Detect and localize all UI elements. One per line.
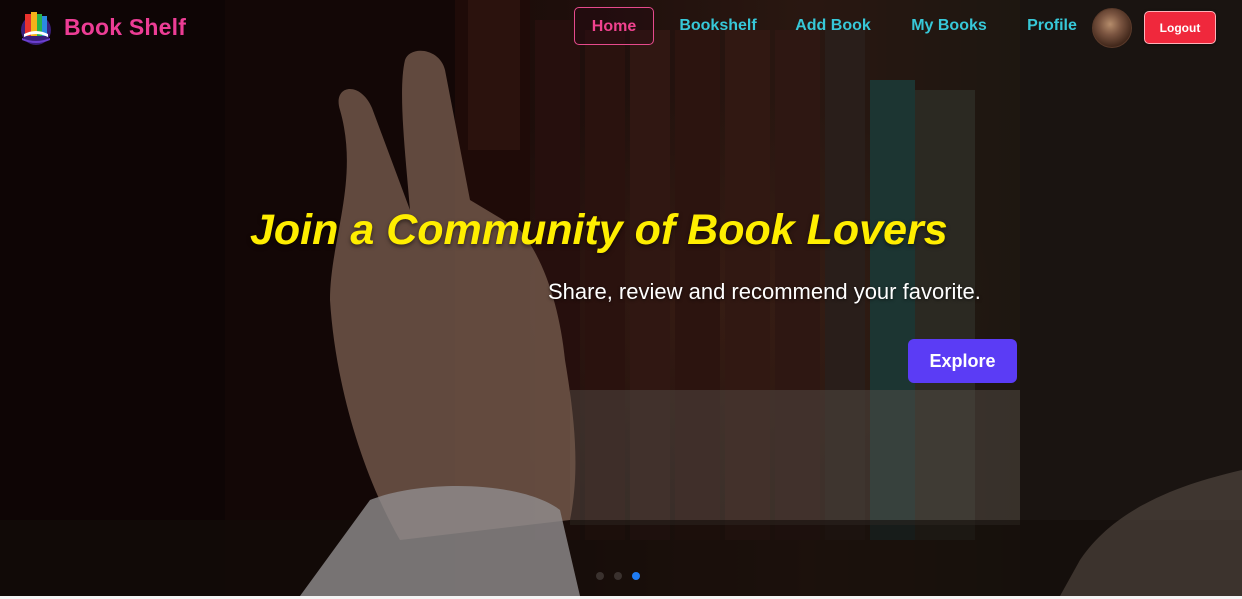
brand[interactable]: Book Shelf (16, 8, 186, 46)
nav-profile[interactable]: Profile (1020, 7, 1084, 45)
nav-home[interactable]: Home (574, 7, 654, 45)
nav-bookshelf[interactable]: Bookshelf (674, 7, 762, 45)
hero-subtitle: Share, review and recommend your favorit… (548, 279, 981, 304)
logout-button[interactable]: Logout (1144, 11, 1216, 44)
navbar: Book Shelf Home Bookshelf Add Book My Bo… (0, 0, 1242, 56)
explore-button[interactable]: Explore (908, 339, 1017, 383)
carousel-dot-active[interactable] (632, 572, 640, 580)
hero-headline: Join a Community of Book Lovers (250, 206, 948, 254)
carousel-dot[interactable] (614, 572, 622, 580)
carousel-dot[interactable] (596, 572, 604, 580)
nav-add-book[interactable]: Add Book (790, 7, 876, 45)
nav-my-books[interactable]: My Books (905, 7, 993, 45)
book-logo-icon (21, 12, 51, 45)
carousel-indicators (596, 572, 640, 580)
brand-name: Book Shelf (64, 13, 187, 40)
user-avatar[interactable] (1092, 8, 1132, 48)
